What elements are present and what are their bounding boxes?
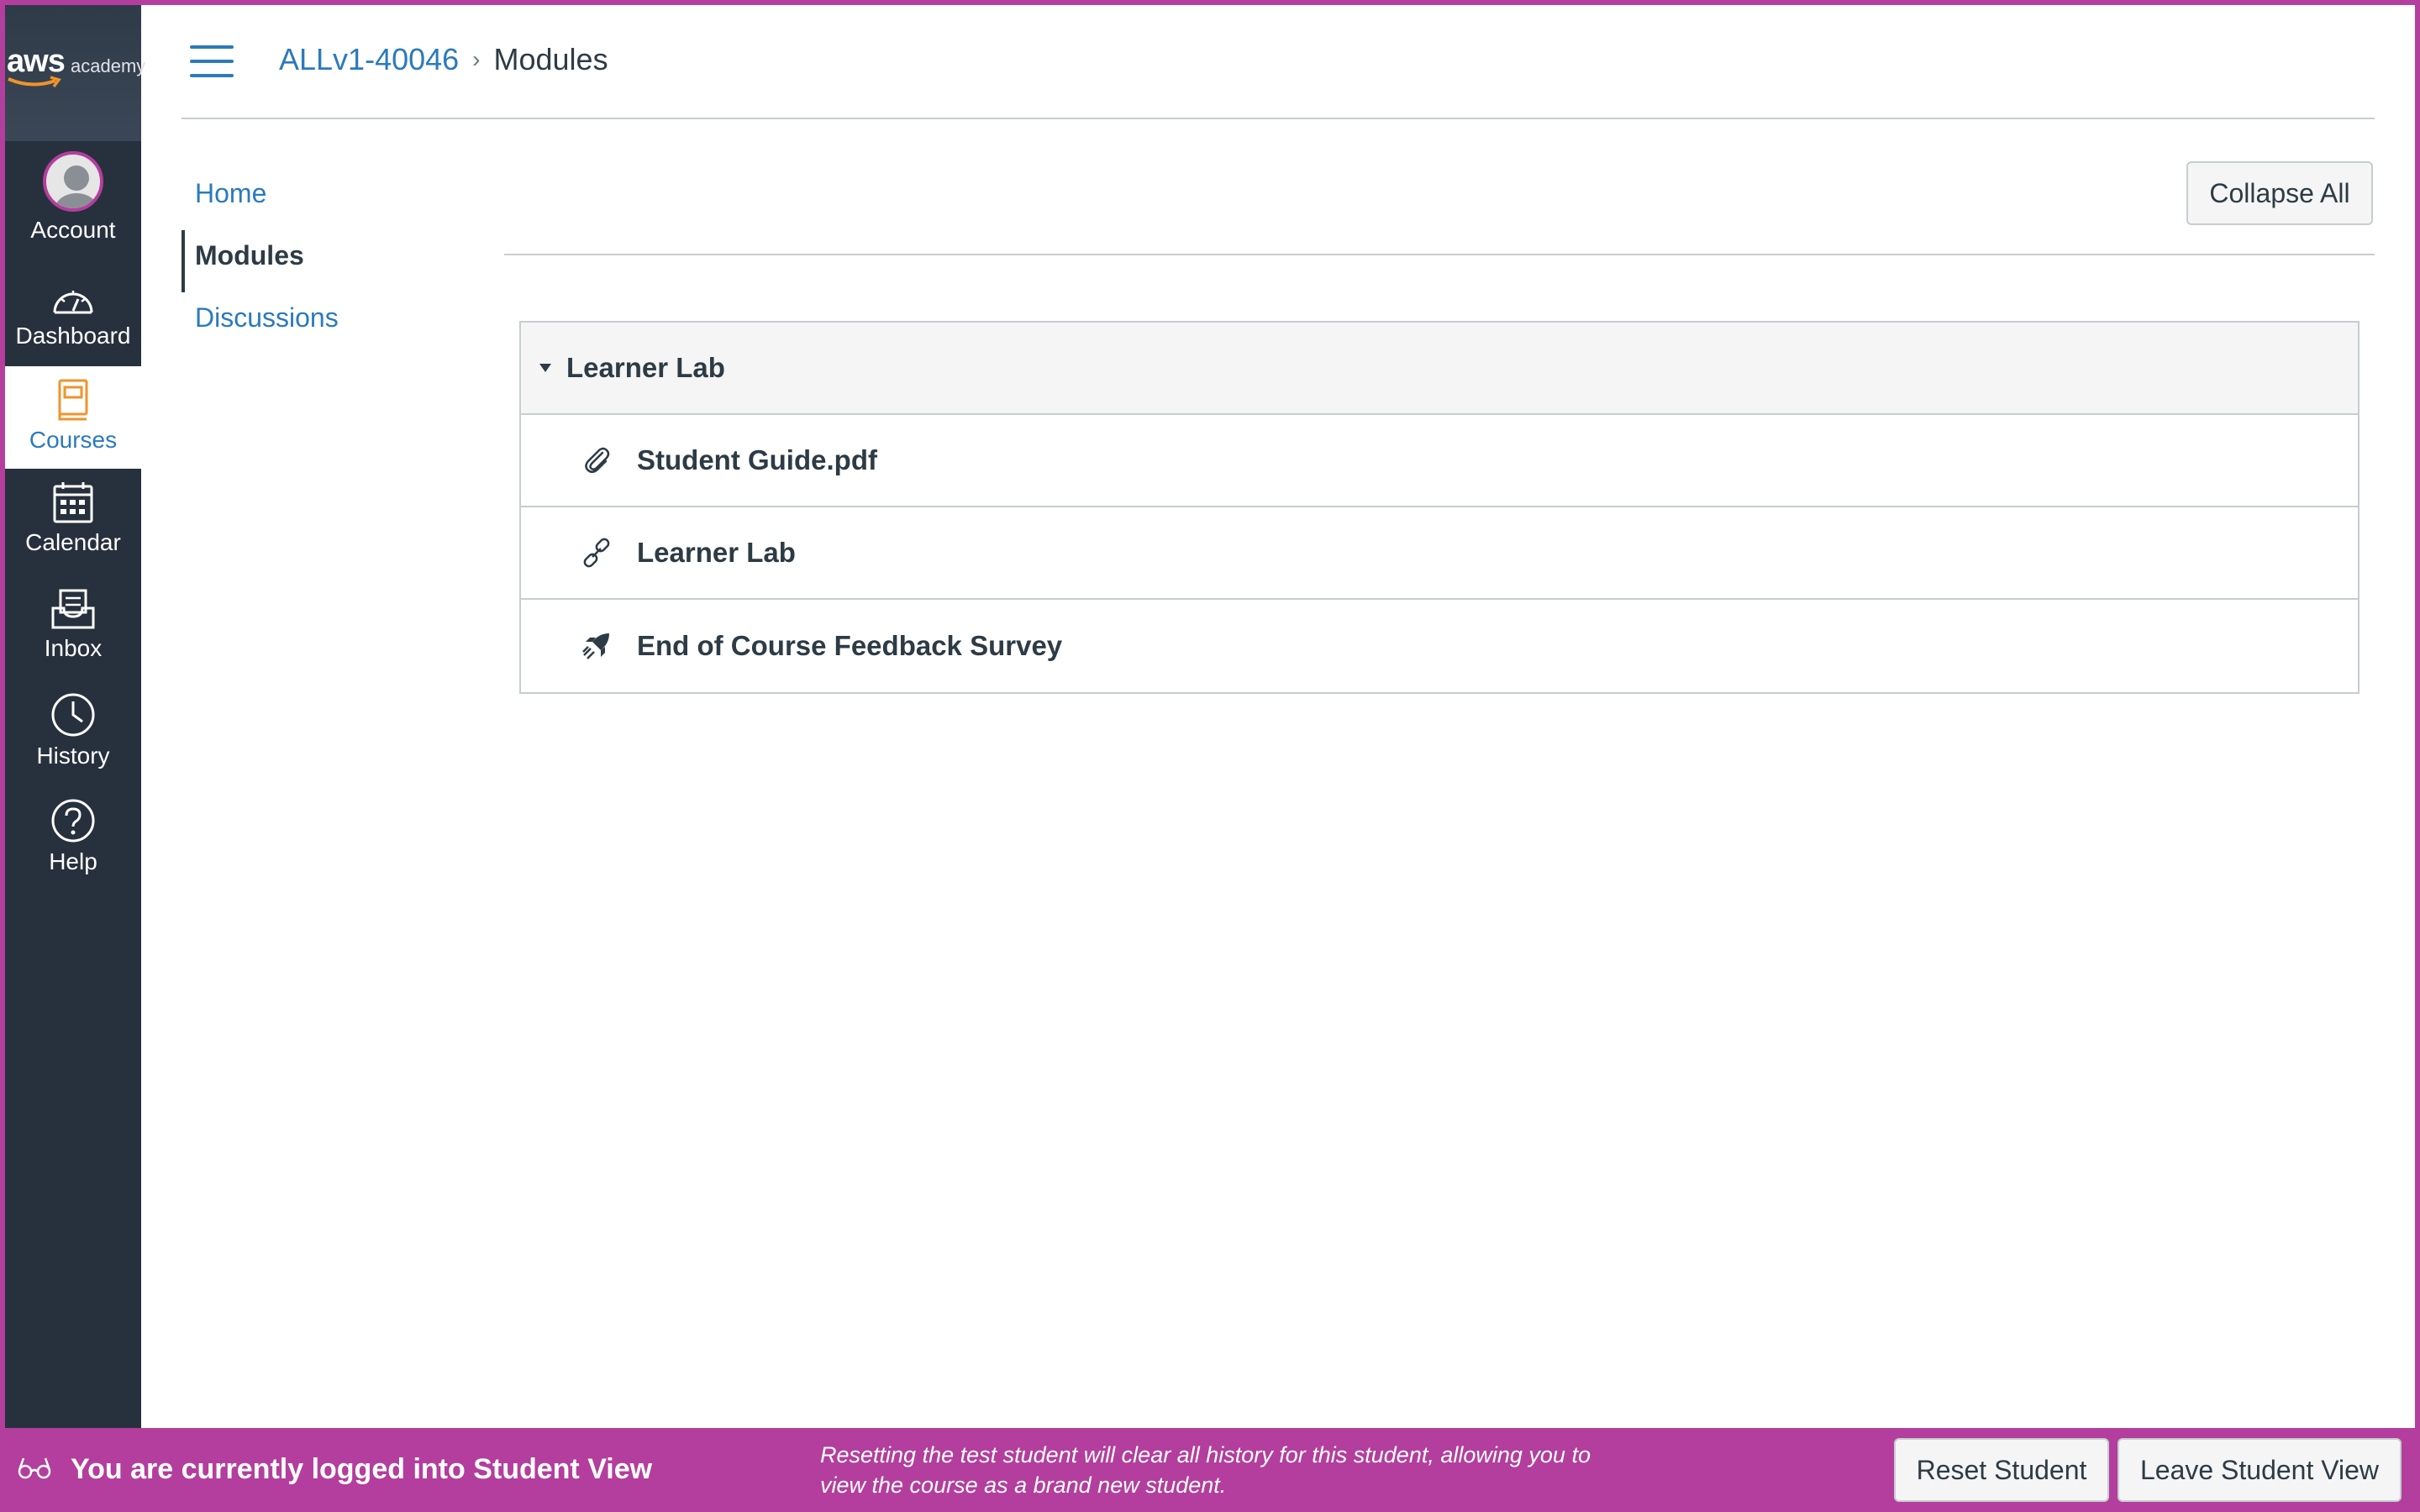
nav-dashboard[interactable]: Dashboard: [5, 281, 141, 349]
calendar-icon: [53, 482, 93, 523]
nav-dashboard-label: Dashboard: [15, 323, 131, 349]
nav-courses[interactable]: Courses: [5, 366, 141, 469]
aws-smile-icon: [8, 76, 61, 88]
rocket-icon: [578, 627, 615, 664]
course-nav-discussions[interactable]: Discussions: [182, 292, 484, 354]
module-item[interactable]: Learner Lab: [521, 507, 2358, 600]
module-header[interactable]: Learner Lab: [521, 323, 2358, 415]
module-item-link[interactable]: Learner Lab: [637, 537, 796, 569]
module-title: Learner Lab: [566, 352, 725, 383]
nav-history-label: History: [36, 743, 110, 769]
student-view-note: Resetting the test student will clear al…: [820, 1442, 1591, 1498]
module-item-link[interactable]: End of Course Feedback Survey: [637, 630, 1062, 662]
hamburger-icon-line: [190, 60, 234, 63]
hamburger-icon-line: [190, 74, 234, 77]
student-view-bar: You are currently logged into Student Vi…: [0, 1428, 2420, 1512]
nav-history[interactable]: History: [5, 692, 141, 769]
chevron-right-icon: ›: [472, 46, 481, 72]
nav-courses-label: Courses: [29, 427, 118, 453]
header-divider: [182, 118, 2375, 119]
global-nav: aws academy Account Dashboard Courses Ca…: [0, 0, 145, 1428]
content-divider: [504, 254, 2375, 255]
module-item[interactable]: Student Guide.pdf: [521, 415, 2358, 507]
course-nav-modules[interactable]: Modules: [182, 230, 484, 292]
caret-down-icon[interactable]: [539, 364, 551, 372]
help-icon: [51, 799, 95, 843]
nav-help[interactable]: Help: [5, 798, 141, 875]
nav-account[interactable]: Account: [5, 151, 141, 244]
link-icon: [578, 534, 615, 571]
avatar-icon: [43, 151, 103, 212]
course-menu-toggle-button[interactable]: [190, 45, 234, 77]
collapse-all-button[interactable]: Collapse All: [2186, 161, 2373, 225]
breadcrumb-current: Modules: [493, 42, 608, 76]
inbox-icon: [51, 589, 95, 629]
module-item[interactable]: End of Course Feedback Survey: [521, 600, 2358, 692]
module-item-link[interactable]: Student Guide.pdf: [637, 444, 877, 476]
course-nav-home[interactable]: Home: [182, 168, 484, 230]
nav-inbox[interactable]: Inbox: [5, 588, 141, 662]
courses-icon: [58, 379, 88, 421]
logo-text: aws: [7, 44, 66, 79]
leave-student-view-button[interactable]: Leave Student View: [2118, 1438, 2402, 1502]
dashboard-icon: [53, 291, 93, 314]
nav-account-label: Account: [30, 217, 116, 243]
hamburger-icon: [190, 45, 234, 49]
nav-inbox-label: Inbox: [44, 635, 103, 661]
nav-help-label: Help: [49, 848, 97, 874]
course-nav: Home Modules Discussions: [182, 168, 484, 354]
breadcrumb: ALLv1-40046 › Modules: [279, 42, 608, 77]
logo-subtext: academy: [71, 55, 146, 76]
aws-academy-logo[interactable]: aws academy: [0, 0, 145, 141]
nav-calendar-label: Calendar: [25, 529, 121, 555]
glasses-icon: [18, 1457, 51, 1479]
paperclip-icon: [578, 442, 615, 479]
module-learner-lab: Learner Lab Student Guide.pdf Learner La…: [519, 321, 2360, 694]
breadcrumb-course-link[interactable]: ALLv1-40046: [279, 42, 459, 77]
nav-calendar[interactable]: Calendar: [5, 480, 141, 556]
clock-icon: [51, 693, 95, 737]
student-view-title: You are currently logged into Student Vi…: [71, 1453, 653, 1485]
reset-student-button[interactable]: Reset Student: [1894, 1438, 2109, 1502]
